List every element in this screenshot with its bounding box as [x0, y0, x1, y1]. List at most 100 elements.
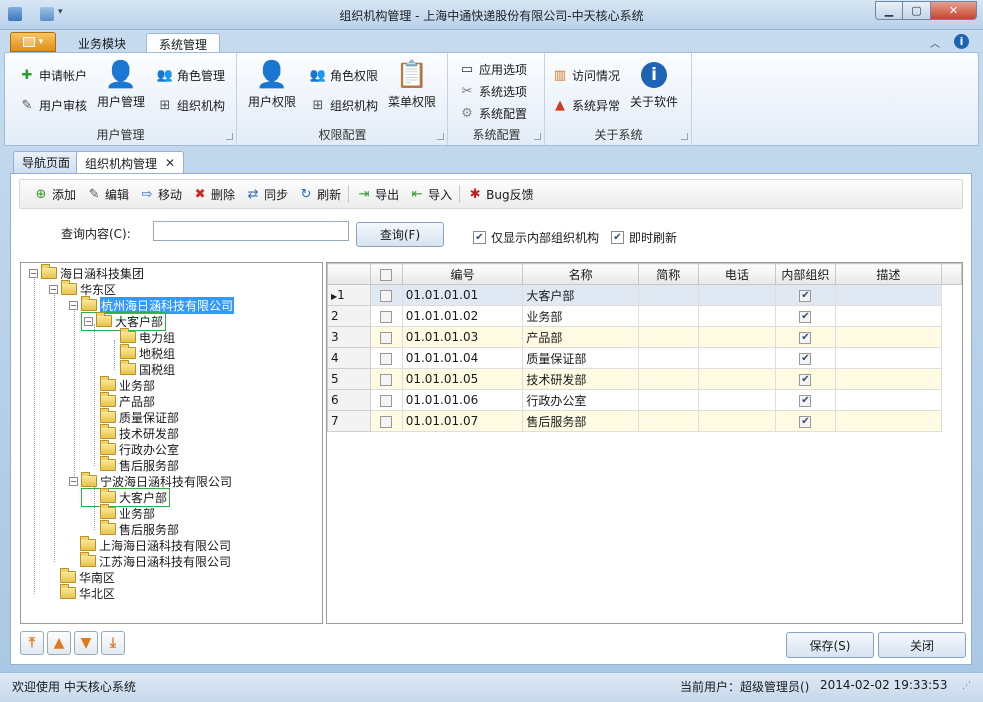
row-header[interactable]: 3	[327, 326, 371, 348]
row-select-checkbox[interactable]	[369, 389, 403, 411]
tree-node-department[interactable]: 技术研发部	[100, 424, 179, 441]
tree-node-group[interactable]: 电力组	[120, 328, 175, 345]
app-menu-button[interactable]: ▾	[10, 32, 56, 52]
maximize-button[interactable]: ▢	[903, 1, 931, 20]
cell-internal[interactable]: ✔	[775, 284, 836, 306]
row-select-checkbox[interactable]	[369, 410, 403, 432]
system-errors-button[interactable]: ▲ 系统异常	[552, 97, 620, 114]
table-row[interactable]: 2 01.01.01.02 业务部 ✔	[327, 305, 962, 327]
row-select-checkbox[interactable]	[369, 284, 403, 306]
table-row[interactable]: 5 01.01.01.05 技术研发部 ✔	[327, 368, 962, 390]
dialog-launcher-icon[interactable]	[681, 133, 688, 140]
cell-internal[interactable]: ✔	[775, 326, 836, 348]
dialog-launcher-icon[interactable]	[437, 133, 444, 140]
tree-node-department[interactable]: 业务部	[100, 376, 155, 393]
cell-internal[interactable]: ✔	[775, 389, 836, 411]
collapse-ribbon-icon[interactable]: ︿	[930, 35, 940, 50]
tree-node-company[interactable]: 江苏海日涵科技有限公司	[80, 552, 231, 569]
user-review-button[interactable]: ✎ 用户审核	[19, 97, 87, 114]
tree-node-department[interactable]: 售后服务部	[100, 456, 179, 473]
column-header[interactable]: 简称	[637, 263, 699, 285]
row-header[interactable]: 6	[327, 389, 371, 411]
only-internal-checkbox[interactable]: ✔ 仅显示内部组织机构	[473, 229, 599, 246]
table-row[interactable]: 3 01.01.01.03 产品部 ✔	[327, 326, 962, 348]
move-top-button[interactable]: ⤒	[20, 631, 44, 655]
move-up-button[interactable]: ▲	[47, 631, 71, 655]
about-software-button[interactable]: i 关于软件	[630, 59, 678, 110]
dialog-launcher-icon[interactable]	[226, 133, 233, 140]
system-options-button[interactable]: ✂ 系统选项	[459, 83, 527, 100]
close-tab-icon[interactable]: ✕	[165, 156, 175, 170]
user-manage-button[interactable]: 👤 用户管理	[97, 59, 145, 110]
query-input[interactable]	[153, 221, 349, 241]
export-button[interactable]: ⇥ 导出	[351, 186, 404, 203]
import-button[interactable]: ⇤ 导入	[404, 186, 457, 203]
column-header[interactable]: 编号	[401, 263, 524, 285]
app-options-button[interactable]: ▭ 应用选项	[459, 61, 527, 78]
tab-system-management[interactable]: 系统管理	[146, 33, 221, 54]
row-header[interactable]: 2	[327, 305, 371, 327]
row-select-checkbox[interactable]	[369, 326, 403, 348]
org-structure-button[interactable]: ⊞ 组织机构	[157, 97, 225, 114]
tree-node-region[interactable]: 华南区	[60, 568, 115, 585]
row-header[interactable]: ▶1	[327, 284, 371, 306]
collapse-icon[interactable]: −	[69, 300, 78, 310]
move-bottom-button[interactable]: ⤓	[101, 631, 125, 655]
row-header[interactable]: 4	[327, 347, 371, 369]
menu-permission-button[interactable]: 📋 菜单权限	[388, 59, 436, 110]
column-header[interactable]: 电话	[697, 263, 777, 285]
row-select-checkbox[interactable]	[369, 305, 403, 327]
edit-button[interactable]: ✎ 编辑	[81, 186, 134, 203]
tree-node-root[interactable]: − 海日涵科技集团	[29, 264, 144, 281]
collapse-icon[interactable]: −	[69, 476, 78, 486]
column-header[interactable]: 名称	[522, 263, 639, 285]
cell-internal[interactable]: ✔	[775, 410, 836, 432]
tree-node-department[interactable]: 售后服务部	[100, 520, 179, 537]
select-all-checkbox[interactable]	[369, 263, 403, 285]
table-row[interactable]: 7 01.01.01.07 售后服务部 ✔	[327, 410, 962, 432]
user-permission-button[interactable]: 👤 用户权限	[248, 59, 296, 110]
collapse-icon[interactable]: −	[49, 284, 58, 294]
help-icon[interactable]: i	[954, 34, 969, 49]
close-button[interactable]: 关闭	[878, 632, 966, 658]
auto-refresh-checkbox[interactable]: ✔ 即时刷新	[611, 229, 677, 246]
column-header[interactable]: 描述	[834, 263, 943, 285]
move-down-button[interactable]: ▼	[74, 631, 98, 655]
tree-node-region[interactable]: − 华东区	[49, 280, 116, 297]
close-window-button[interactable]: ✕	[931, 1, 977, 20]
tab-business-module[interactable]: 业务模块	[66, 33, 138, 53]
add-button[interactable]: ⊕ 添加	[28, 186, 81, 203]
row-header[interactable]: 7	[327, 410, 371, 432]
row-select-checkbox[interactable]	[369, 347, 403, 369]
resize-grip-icon[interactable]: ⋰	[962, 681, 971, 691]
tree-node-department[interactable]: 产品部	[100, 392, 155, 409]
tab-navigation-page[interactable]: 导航页面	[13, 151, 80, 173]
org-tree[interactable]: − 海日涵科技集团 − 华东区 − 杭州海日涵科技有限公司 − 大客户部 电力组 地税组…	[20, 262, 323, 624]
table-row[interactable]: ▶1 01.01.01.01 大客户部 ✔	[327, 284, 962, 306]
minimize-button[interactable]: ▁	[875, 1, 903, 20]
table-row[interactable]: 6 01.01.01.06 行政办公室 ✔	[327, 389, 962, 411]
cell-internal[interactable]: ✔	[775, 368, 836, 390]
role-manage-button[interactable]: 👥 角色管理	[157, 67, 225, 84]
query-button[interactable]: 查询(F)	[356, 222, 444, 247]
tab-org-management[interactable]: 组织机构管理 ✕	[76, 151, 185, 174]
refresh-button[interactable]: ↻ 刷新	[293, 186, 346, 203]
tree-node-department[interactable]: 行政办公室	[100, 440, 179, 457]
visit-stats-button[interactable]: ▥ 访问情况	[552, 67, 620, 84]
column-header[interactable]: 内部组织	[775, 263, 836, 285]
tree-node-department[interactable]: 业务部	[100, 504, 155, 521]
tree-node-department[interactable]: 大客户部	[81, 487, 171, 507]
row-select-checkbox[interactable]	[369, 368, 403, 390]
tree-node-group[interactable]: 地税组	[120, 344, 175, 361]
table-row[interactable]: 4 01.01.01.04 质量保证部 ✔	[327, 347, 962, 369]
save-button[interactable]: 保存(S)	[786, 632, 874, 658]
cell-internal[interactable]: ✔	[775, 347, 836, 369]
move-button[interactable]: ⇨ 移动	[134, 186, 187, 203]
perm-org-button[interactable]: ⊞ 组织机构	[310, 97, 378, 114]
tree-node-group[interactable]: 国税组	[120, 360, 175, 377]
role-permission-button[interactable]: 👥 角色权限	[310, 67, 378, 84]
cell-internal[interactable]: ✔	[775, 305, 836, 327]
tree-node-company[interactable]: 上海海日涵科技有限公司	[80, 536, 231, 553]
apply-account-button[interactable]: ✚ 申请帐户	[19, 67, 87, 84]
delete-button[interactable]: ✖ 删除	[187, 186, 240, 203]
